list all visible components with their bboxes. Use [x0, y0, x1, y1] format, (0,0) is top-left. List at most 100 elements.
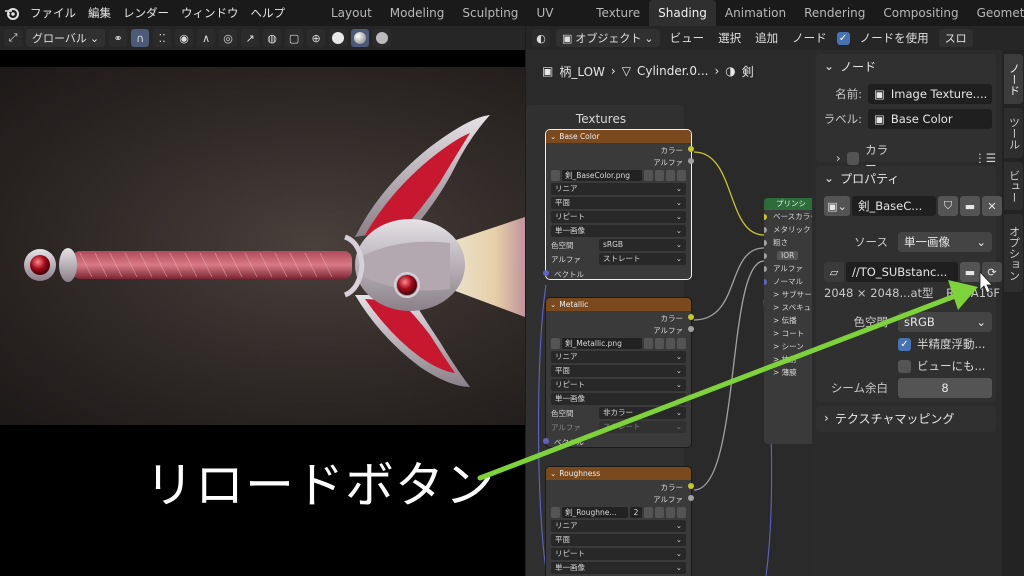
image-browse-icon[interactable]: ▣⌄ — [824, 196, 850, 216]
tab-geometry[interactable]: Geometry — [968, 0, 1024, 26]
input-socket[interactable] — [764, 227, 767, 233]
menu-node[interactable]: ノード — [788, 30, 831, 46]
snap-magnet-icon[interactable]: ∩ — [131, 29, 150, 47]
input-socket[interactable] — [543, 270, 549, 276]
shader-node-editor[interactable]: ▣ 柄_LOW › ▽ Cylinder.0... › ◑ 剣 Textures… — [526, 50, 812, 576]
menu-view[interactable]: ビュー — [666, 30, 709, 46]
image-icon[interactable] — [551, 169, 560, 181]
texture-mapping-panel[interactable]: › テクスチャマッピング — [816, 406, 996, 432]
extension-dropdown[interactable]: リピート ⌄ — [551, 379, 686, 391]
user-count[interactable]: 2 — [630, 506, 642, 518]
close-icon[interactable] — [677, 337, 686, 349]
input-socket[interactable] — [764, 279, 767, 285]
gizmo-icon[interactable]: ↗ — [241, 29, 260, 47]
color-checkbox[interactable] — [846, 151, 860, 165]
duplicate-icon[interactable] — [655, 337, 664, 349]
menu-edit[interactable]: 編集 — [82, 0, 117, 26]
tab-uv-editing[interactable]: UV Editing — [527, 0, 587, 46]
falloff-curve-icon[interactable]: ∧ — [197, 29, 216, 47]
interpolation-dropdown[interactable]: リニア ⌄ — [551, 520, 686, 532]
input-socket[interactable] — [764, 253, 767, 259]
image-name-field[interactable]: 剣_Metallic.png — [562, 337, 642, 349]
object-mode-dropdown[interactable]: ▣ オブジェクト ⌄ — [556, 29, 660, 47]
bsdf-panel-row[interactable]: > シーン — [764, 340, 812, 353]
overlay-icon[interactable]: ◍ — [263, 29, 282, 47]
blender-logo-icon[interactable] — [0, 0, 24, 26]
shield-icon[interactable] — [644, 506, 653, 518]
pivot-point-icon[interactable]: ⚭ — [109, 29, 128, 47]
node-header[interactable]: ⌄ Base Color — [546, 130, 691, 143]
view-as-render-checkbox[interactable] — [898, 359, 911, 373]
folder-icon[interactable]: ▬ — [960, 262, 980, 282]
visibility-eye-icon[interactable]: ◎ — [219, 29, 238, 47]
node-header[interactable]: ⌄ Roughness — [546, 467, 691, 480]
panel-header[interactable]: ⌄ ノード — [816, 54, 996, 78]
source-dropdown[interactable]: 単一画像 ⌄ — [551, 562, 686, 574]
source-dropdown[interactable]: 単一画像 ⌄ — [551, 393, 686, 405]
tab-texture-paint[interactable]: Texture Paint — [587, 0, 649, 46]
input-socket[interactable] — [764, 266, 767, 272]
extension-dropdown[interactable]: リピート ⌄ — [551, 548, 686, 560]
image-icon[interactable] — [551, 337, 560, 349]
half-float-checkbox[interactable]: ✓ — [898, 337, 911, 351]
output-socket[interactable] — [688, 158, 694, 164]
projection-dropdown[interactable]: 平面 ⌄ — [551, 197, 686, 209]
alpha-mode-dropdown[interactable]: ストレート ⌄ — [599, 253, 686, 265]
projection-dropdown[interactable]: 平面 ⌄ — [551, 365, 686, 377]
tab-tool[interactable]: ツール — [1004, 108, 1023, 158]
interpolation-dropdown[interactable]: リニア ⌄ — [551, 183, 686, 195]
tab-animation[interactable]: Animation — [716, 0, 795, 26]
label-field[interactable]: ▣ Base Color — [868, 109, 992, 129]
pack-icon[interactable]: ▱ — [824, 262, 844, 282]
output-socket[interactable] — [688, 326, 694, 332]
shading-material-icon[interactable] — [351, 29, 370, 47]
filepath-field[interactable]: //TO_SUBstanc... — [846, 262, 958, 282]
menu-window[interactable]: ウィンドウ — [175, 0, 245, 26]
image-texture-node-roughness[interactable]: ⌄ Roughness カラー アルファ 剣_Roughne... 2 リニア ⌄… — [546, 467, 694, 576]
panel-header[interactable]: ⌄ プロパティ — [816, 166, 996, 190]
output-socket[interactable] — [688, 483, 694, 489]
close-icon[interactable]: ✕ — [982, 196, 1002, 216]
collapse-icon[interactable]: ⌄ — [550, 300, 556, 309]
duplicate-icon[interactable] — [655, 169, 664, 181]
node-header[interactable]: ⌄ Metallic — [546, 298, 691, 311]
snap-grid-icon[interactable]: ⁚⁚ — [153, 29, 172, 47]
image-texture-node-metallic[interactable]: ⌄ Metallic カラー アルファ 剣_Metallic.png リニア ⌄ … — [543, 298, 694, 447]
bsdf-panel-row[interactable]: > スペキュ — [764, 301, 812, 314]
shield-icon[interactable] — [644, 169, 653, 181]
panel-header[interactable]: › テクスチャマッピング — [816, 406, 996, 430]
image-name-field[interactable]: 剣_Roughne... — [562, 506, 628, 518]
input-socket[interactable] — [764, 240, 767, 246]
menu-render[interactable]: レンダー — [117, 0, 175, 26]
tab-shading[interactable]: Shading — [649, 0, 716, 26]
tab-node[interactable]: ノード — [1004, 54, 1023, 104]
folder-icon[interactable] — [666, 337, 675, 349]
projection-dropdown[interactable]: 平面 ⌄ — [551, 534, 686, 546]
list-icon[interactable]: ⋮☰ — [974, 151, 996, 165]
view-as-render-row[interactable]: ビューにも... — [898, 358, 985, 374]
image-name-field[interactable]: 剣_BaseC... — [852, 196, 936, 216]
tab-options[interactable]: オプション — [1004, 214, 1023, 292]
slot-dropdown[interactable]: スロ — [938, 29, 973, 47]
collapse-icon[interactable]: ⌄ — [550, 132, 556, 141]
transform-pivot-icon[interactable]: ⤢ — [4, 29, 22, 47]
bsdf-panel-row[interactable]: > 放射 — [764, 353, 812, 366]
xray-icon[interactable]: ▢ — [285, 29, 304, 47]
close-icon[interactable] — [677, 169, 686, 181]
output-socket[interactable] — [688, 314, 694, 320]
tab-modeling[interactable]: Modeling — [381, 0, 454, 26]
editor-type-icon[interactable]: ◐ — [532, 29, 550, 47]
tab-sculpting[interactable]: Sculpting — [453, 0, 527, 26]
colorspace-dropdown[interactable]: sRGB ⌄ — [898, 312, 992, 332]
interpolation-dropdown[interactable]: リニア ⌄ — [551, 351, 686, 363]
folder-icon[interactable] — [666, 169, 675, 181]
collapse-icon[interactable]: ⌄ — [550, 469, 556, 478]
duplicate-icon[interactable] — [655, 506, 664, 518]
close-icon[interactable] — [677, 506, 686, 518]
shading-rendered-icon[interactable] — [373, 29, 392, 47]
bsdf-panel-row[interactable]: > 伝播 — [764, 314, 812, 327]
image-texture-node-basecolor[interactable]: ⌄ Base Color カラー アルファ 剣_BaseColor.png リニ… — [543, 130, 694, 279]
bsdf-panel-row[interactable]: > サブサー — [764, 288, 812, 301]
menu-select[interactable]: 選択 — [714, 30, 745, 46]
menu-help[interactable]: ヘルプ — [245, 0, 292, 26]
